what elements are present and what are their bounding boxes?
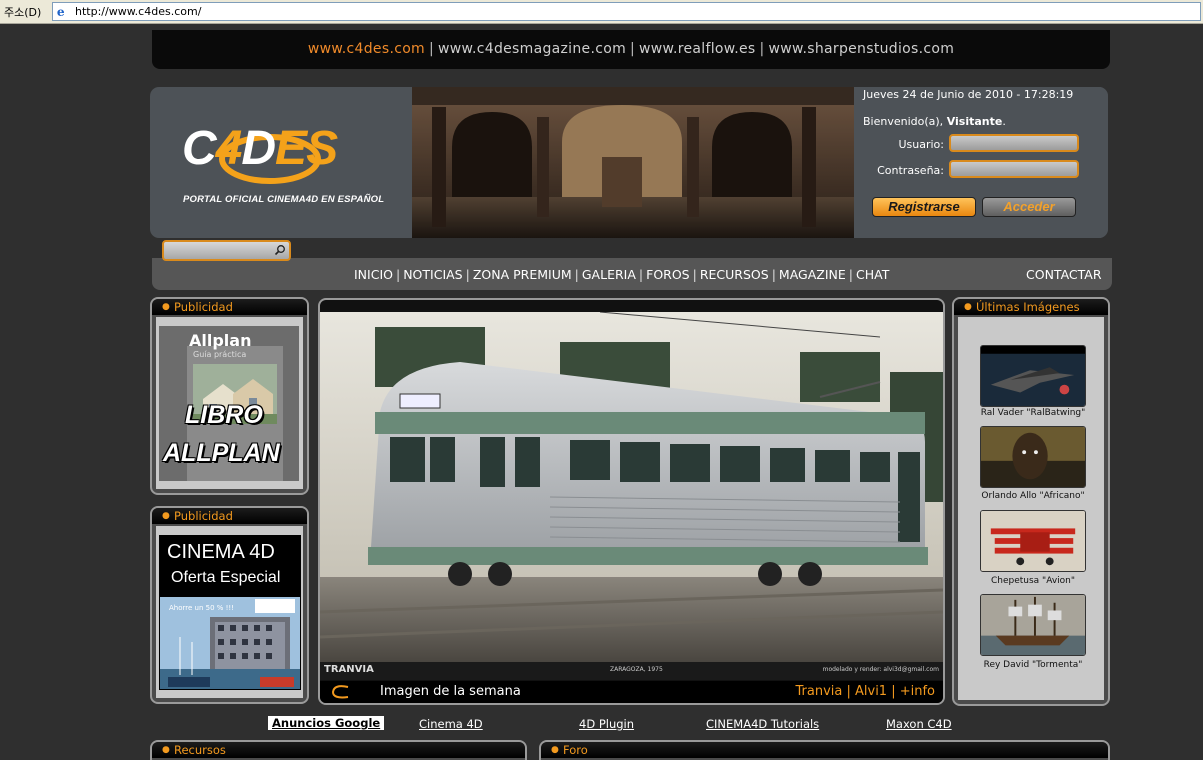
link-sharpenstudios[interactable]: www.sharpenstudios.com xyxy=(769,41,955,57)
feature-caption-title: TRANVIA xyxy=(324,664,374,675)
logo-wordmark: C4DES xyxy=(182,122,338,175)
bullet-icon: ● xyxy=(551,745,559,755)
address-url: http://www.c4des.com/ xyxy=(75,5,202,18)
link-c4des[interactable]: www.c4des.com xyxy=(308,41,425,57)
bullet-icon: ● xyxy=(162,302,170,312)
thumb-caption: Orlando Allo "Africano" xyxy=(981,491,1085,501)
username-input[interactable] xyxy=(949,134,1079,152)
feature-caption-credit: modelado y render: alvi3d@gmail.com xyxy=(822,666,939,673)
nav-item-inicio[interactable]: INICIO xyxy=(354,267,393,282)
logo-subtitle: PORTAL OFICIAL CINEMA4D EN ESPAÑOL xyxy=(183,194,385,205)
google-ads-label[interactable]: Anuncios Google xyxy=(268,716,385,730)
bullet-icon: ● xyxy=(162,511,170,521)
c4d-ad-discount: Ahorre un 50 % !!! xyxy=(169,604,235,612)
tram-render-image xyxy=(320,312,943,662)
nav-item-magazine[interactable]: MAGAZINE xyxy=(779,267,846,282)
search-input[interactable] xyxy=(162,240,291,261)
ad-box-cinema4d: ● Publicidad CINEMA 4D Oferta Especial A… xyxy=(150,506,309,704)
allplan-big2: ALLPLAN xyxy=(163,439,280,467)
link-realflow[interactable]: www.realflow.es xyxy=(639,41,755,57)
welcome-text: Bienvenido(a), Visitante. xyxy=(863,115,1006,128)
cinema4d-ad-banner[interactable]: CINEMA 4D Oferta Especial Ahorre un 50 %… xyxy=(159,535,301,690)
nav-item-noticias[interactable]: NOTICIAS xyxy=(403,267,462,282)
main-nav: INICIO | NOTICIAS | ZONA PREMIUM | GALERIA | FOR… xyxy=(152,258,1112,290)
network-links-bar: www.c4des.com | www.c4desmagazine.com | www.… xyxy=(152,30,1110,69)
bullet-icon: ● xyxy=(964,302,972,312)
thumb-caption: Rey David "Tormenta" xyxy=(983,660,1083,670)
nav-item-contactar[interactable]: CONTACTAR xyxy=(1026,267,1102,282)
username-label: Usuario: xyxy=(898,138,944,151)
ad-box-title: Publicidad xyxy=(174,509,233,523)
bullet-icon: ● xyxy=(162,745,170,755)
register-button[interactable]: Registrarse xyxy=(872,197,976,217)
allplan-big1: LIBRO xyxy=(185,401,263,429)
c4des-swoosh-icon xyxy=(331,685,349,699)
feature-links[interactable]: Tranvia | Alvi1 | +info xyxy=(796,684,936,699)
search-icon[interactable] xyxy=(274,244,286,256)
current-date: Jueves 24 de Junio de 2010 - 17:28:19 xyxy=(863,88,1074,101)
svg-text:e: e xyxy=(57,5,65,19)
browser-address-bar: 주소(D) e http://www.c4des.com/ xyxy=(0,0,1203,24)
thumb-caption: Chepetusa "Avion" xyxy=(990,576,1076,586)
password-label: Contraseña: xyxy=(877,164,944,177)
thumb-avion[interactable] xyxy=(980,510,1086,572)
forum-title: Foro xyxy=(563,743,588,757)
nav-item-recursos[interactable]: RECURSOS xyxy=(700,267,769,282)
nav-item-galeria[interactable]: GALERIA xyxy=(582,267,636,282)
ie-icon: e xyxy=(55,4,70,19)
feature-caption-strip: TRANVIA ZARAGOZA, 1975 modelado y render… xyxy=(320,662,943,680)
allplan-guide: Guía práctica xyxy=(193,350,247,359)
nav-item-chat[interactable]: CHAT xyxy=(856,267,889,282)
feature-bar: Imagen de la semana Tranvia | Alvi1 | +i… xyxy=(320,681,943,703)
nav-links: INICIO | NOTICIAS | ZONA PREMIUM | GALERIA | FOR… xyxy=(354,267,890,282)
feature-caption-location: ZARAGOZA, 1975 xyxy=(610,666,663,673)
address-label: 주소(D) xyxy=(4,6,42,19)
google-link-maxon[interactable]: Maxon C4D xyxy=(886,717,952,731)
password-input[interactable] xyxy=(949,160,1079,178)
c4d-ad-offer: Oferta Especial xyxy=(171,569,281,586)
link-c4desmagazine[interactable]: www.c4desmagazine.com xyxy=(438,41,626,57)
thumb-caption: Ral Vader "RalBatwing" xyxy=(980,408,1086,418)
thumb-africano[interactable] xyxy=(980,426,1086,488)
google-link-cinema4d[interactable]: Cinema 4D xyxy=(419,717,483,731)
page: www.c4des.com | www.c4desmagazine.com | www.… xyxy=(0,24,1203,760)
address-input[interactable]: e http://www.c4des.com/ xyxy=(52,2,1201,21)
latest-images-title: Últimas Imágenes xyxy=(976,300,1080,314)
login-panel: Jueves 24 de Junio de 2010 - 17:28:19 Bi… xyxy=(854,87,1108,238)
resources-box: ● Recursos xyxy=(150,740,527,760)
featured-image[interactable]: TRANVIA ZARAGOZA, 1975 modelado y render… xyxy=(318,298,945,705)
c4d-ad-title: CINEMA 4D xyxy=(167,541,275,563)
nav-item-foros[interactable]: FOROS xyxy=(646,267,690,282)
allplan-ad-banner[interactable]: Allplan Guía práctica LIBRO ALLPLAN xyxy=(159,326,299,481)
google-link-tutorials[interactable]: CINEMA4D Tutorials xyxy=(706,717,819,731)
nav-item-zona-premium[interactable]: ZONA PREMIUM xyxy=(473,267,572,282)
header-arch-photo xyxy=(412,87,854,238)
allplan-brand: Allplan xyxy=(189,331,252,350)
thumb-ralbatwing[interactable] xyxy=(980,345,1086,407)
login-button[interactable]: Acceder xyxy=(982,197,1076,217)
ad-box-title: Publicidad xyxy=(174,300,233,314)
image-of-week-label: Imagen de la semana xyxy=(380,684,521,699)
forum-box: ● Foro xyxy=(539,740,1110,760)
thumb-tormenta[interactable] xyxy=(980,594,1086,656)
site-header: C4DES PORTAL OFICIAL CINEMA4D EN ESPAÑOL xyxy=(150,87,1108,238)
latest-images-box: ● Últimas Imágenes Ral Vader "RalBatwing"… xyxy=(952,297,1110,706)
ad-box-allplan: ● Publicidad Allplan Guía práctica LIBRO … xyxy=(150,297,309,495)
site-logo[interactable]: C4DES PORTAL OFICIAL CINEMA4D EN ESPAÑOL xyxy=(150,87,412,238)
resources-title: Recursos xyxy=(174,743,226,757)
google-link-4d-plugin[interactable]: 4D Plugin xyxy=(579,717,634,731)
